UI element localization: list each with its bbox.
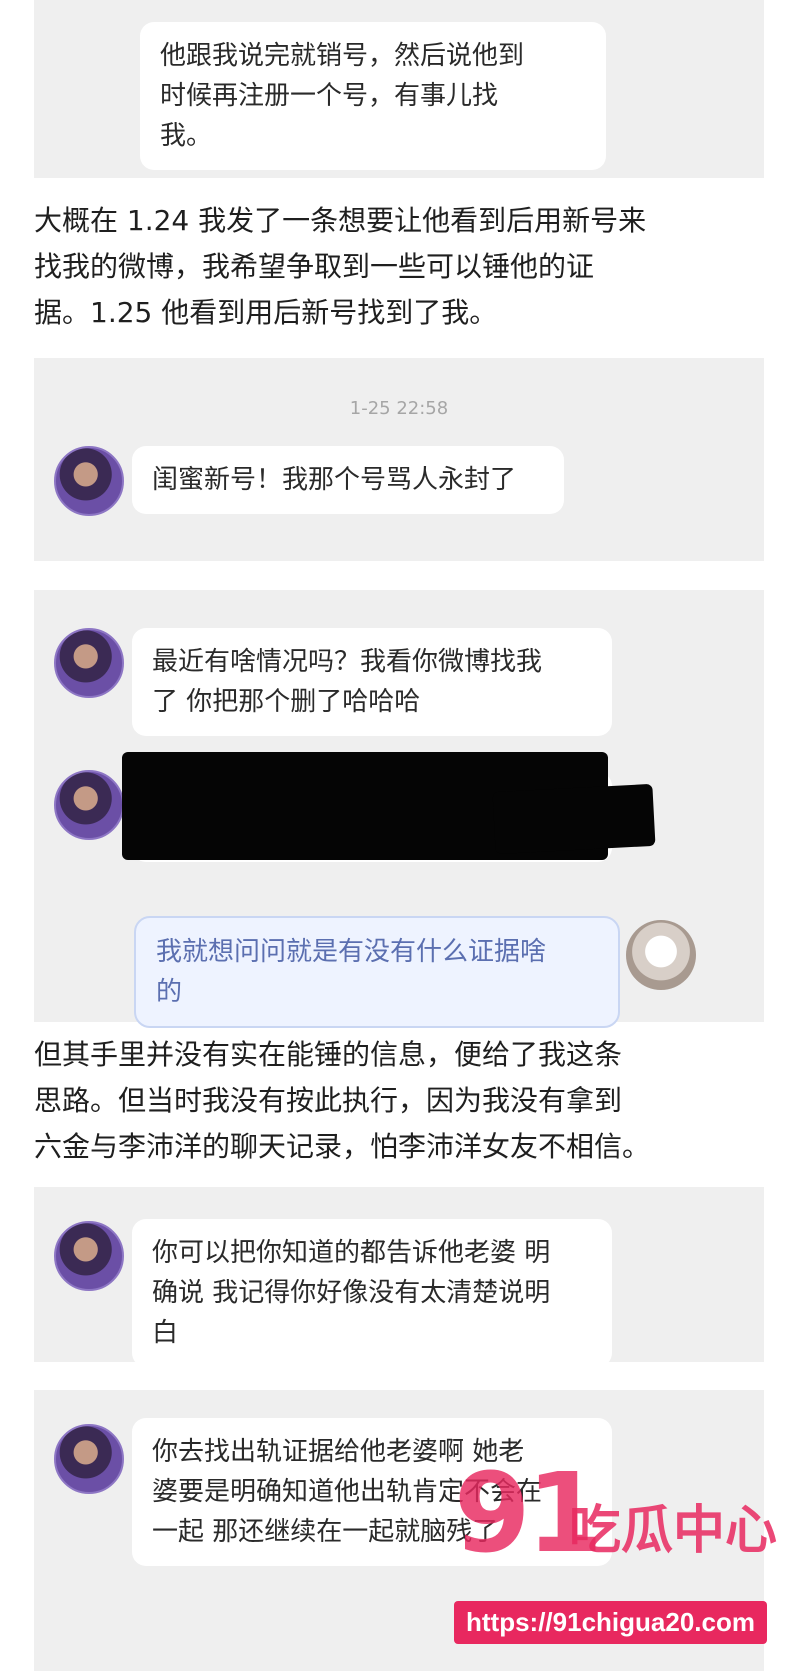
avatar-icon[interactable] <box>54 1424 124 1494</box>
avatar-icon[interactable] <box>54 628 124 698</box>
avatar-icon[interactable] <box>54 770 124 840</box>
chat-panel-4: 你可以把你知道的都告诉他老婆 明 确说 我记得你好像没有太清楚说明 白 <box>34 1187 764 1367</box>
avatar-icon[interactable] <box>54 1221 124 1291</box>
chat-panel-2: 1-25 22:58 闺蜜新号！我那个号骂人永封了 <box>34 358 764 561</box>
watermark-url[interactable]: https://91chigua20.com <box>454 1601 767 1644</box>
chat-timestamp: 1-25 22:58 <box>349 398 449 419</box>
redaction-block <box>492 783 656 855</box>
chat-message: 闺蜜新号！我那个号骂人永封了 <box>132 446 564 514</box>
narration-paragraph-1: 大概在 1.24 我发了一条想要让他看到后用新号来 找我的微博，我希望争取到一些… <box>34 204 647 329</box>
chat-message: 你可以把你知道的都告诉他老婆 明 确说 我记得你好像没有太清楚说明 白 <box>132 1219 612 1367</box>
watermark: 91 吃瓜中心 https://91chigua20.com <box>454 1453 784 1663</box>
chat-panel-1: 他跟我说完就销号，然后说他到 时候再注册一个号，有事儿找 我。 <box>34 0 764 178</box>
avatar-icon[interactable] <box>54 446 124 516</box>
avatar-self-icon[interactable] <box>626 920 696 990</box>
narration-paragraph-2: 但其手里并没有实在能锤的信息，便给了我这条 思路。但当时我没有按此执行，因为我没… <box>34 1038 651 1163</box>
chat-panel-3: 最近有啥情况吗？我看你微博找我 了 你把那个删了哈哈哈 我就想问问就是有没有什么… <box>34 590 764 1028</box>
chat-message: 最近有啥情况吗？我看你微博找我 了 你把那个删了哈哈哈 <box>132 628 612 736</box>
watermark-logo-text: 吃瓜中心 <box>569 1501 778 1561</box>
chat-message: 他跟我说完就销号，然后说他到 时候再注册一个号，有事儿找 我。 <box>140 22 606 170</box>
chat-message-self: 我就想问问就是有没有什么证据啥 的 <box>134 916 620 1028</box>
